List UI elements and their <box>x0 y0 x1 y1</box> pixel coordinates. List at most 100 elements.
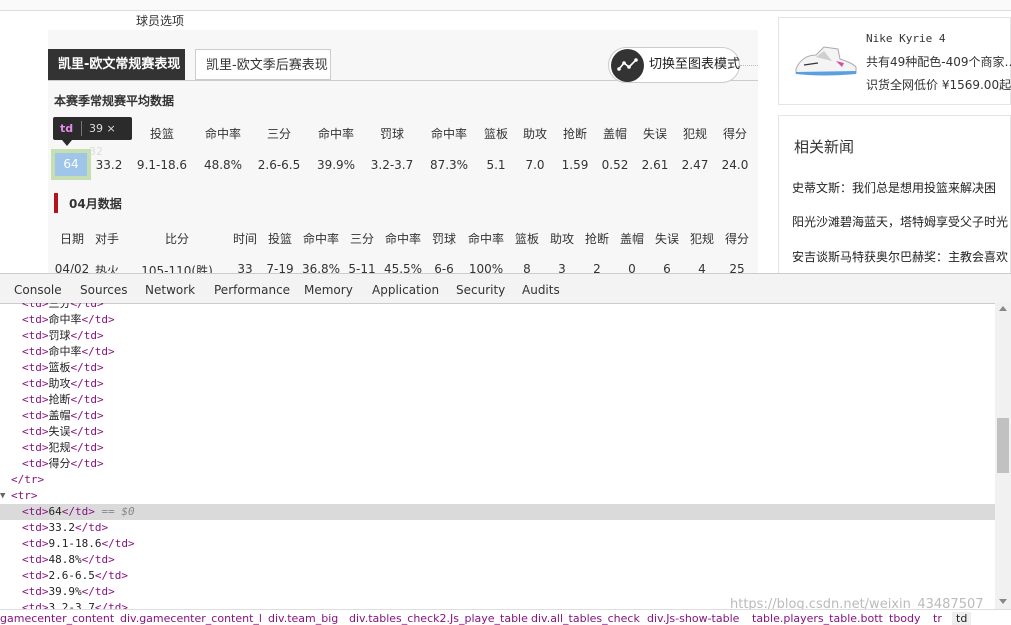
month-header-cell: 时间 <box>232 232 258 246</box>
code-line[interactable]: <td>篮板</td> <box>0 360 995 376</box>
code-line[interactable]: <td>2.6-6.5</td> <box>0 568 995 584</box>
devtools-tab-audits[interactable]: Audits <box>522 283 560 297</box>
devtools-tab-application[interactable]: Application <box>372 283 439 297</box>
scroll-down-icon[interactable] <box>999 599 1007 604</box>
devtools-tab-console[interactable]: Console <box>14 283 62 297</box>
breadcrumb-item[interactable]: table.players_table.bott <box>752 612 883 625</box>
news-item[interactable]: 史蒂文斯：我们总是想用投篮来解决困 <box>792 179 996 196</box>
month-header-cell: 得分 <box>724 232 750 246</box>
season-value-cell: 3.2-3.7 <box>370 158 414 172</box>
season-header-cell: 失误 <box>642 127 668 141</box>
scrollbar-thumb[interactable] <box>997 418 1009 473</box>
product-description: 共有49种配色-409个商家… <box>866 55 1011 69</box>
month-header-cell: 助攻 <box>549 232 575 246</box>
elements-scrollbar[interactable] <box>995 303 1011 609</box>
elements-tree[interactable]: <td>三分</td> <td>命中率</td> <td>罚球</td> <td>命中… <box>0 303 995 609</box>
tag-close: </td> <box>70 303 104 310</box>
season-value-cell: 48.8% <box>203 158 243 172</box>
switch-chart-mode-button[interactable]: 切换至图表模式 <box>608 47 740 83</box>
breadcrumb-item[interactable]: div.team_big <box>268 612 338 625</box>
season-header-cell: 罚球 <box>379 127 405 141</box>
month-value-cell: 热火 <box>94 264 120 273</box>
code-line[interactable]: <td>盖帽</td> <box>0 408 995 424</box>
month-header-cell: 命中率 <box>467 232 505 246</box>
related-news: 相关新闻 史蒂文斯：我们总是想用投篮来解决困 阳光沙滩碧海蓝天，塔特姆享受父子时… <box>778 115 1011 273</box>
tag-close: </td> <box>70 457 104 470</box>
season-header-cell: 投篮 <box>149 127 175 141</box>
devtools-tab-memory[interactable]: Memory <box>304 283 353 297</box>
code-line[interactable]: <td>得分</td> <box>0 456 995 472</box>
scroll-up-icon[interactable] <box>999 306 1007 311</box>
breadcrumb-item[interactable]: div.Js-show-table <box>647 612 739 625</box>
month-header-cell: 比分 <box>164 232 190 246</box>
code-line[interactable]: <td>抢断</td> <box>0 392 995 408</box>
code-line[interactable]: <td>助攻</td> <box>0 376 995 392</box>
cell-text: 2.6-6.5 <box>48 569 95 582</box>
highlighted-cell-value: 64 <box>63 157 79 171</box>
tag-open: <td> <box>22 505 49 518</box>
expand-triangle-icon[interactable]: ▼ <box>0 488 5 504</box>
month-value-cell: 6-6 <box>434 262 454 273</box>
breadcrumb-item[interactable]: tr <box>933 612 942 625</box>
breadcrumb-item[interactable]: td <box>952 612 972 625</box>
code-line[interactable]: <td>犯规</td> <box>0 440 995 456</box>
code-line[interactable]: <td>三分</td> <box>0 303 995 312</box>
code-line[interactable]: <td>失误</td> <box>0 424 995 440</box>
code-line[interactable]: <td>48.8%</td> <box>0 552 995 568</box>
tag-close: </td> <box>81 313 115 326</box>
tooltip-tag: td <box>60 122 74 135</box>
tag-open: <td> <box>22 457 49 470</box>
devtools-panel: Console Sources Network Performance Memory Ap… <box>0 273 1011 625</box>
devtools-tab-bar: Console Sources Network Performance Memory Ap… <box>0 274 1011 304</box>
month-header-cell: 罚球 <box>431 232 457 246</box>
product-card[interactable]: Nike Kyrie 4 共有49种配色-409个商家… 识货全网低价 ¥156… <box>778 17 1011 105</box>
tag-open: <td> <box>22 441 49 454</box>
tag-close: </td> <box>70 377 104 390</box>
tag-close: </td> <box>61 505 95 518</box>
season-header-cell: 盖帽 <box>602 127 628 141</box>
code-line[interactable]: <td>64</td> == $0 <box>0 504 995 520</box>
devtools-tab-performance[interactable]: Performance <box>214 283 290 297</box>
tab-playoffs[interactable]: 凯里-欧文季后赛表现 <box>195 49 331 80</box>
season-value-cell: 0.52 <box>601 158 629 172</box>
breadcrumb-item[interactable]: gamecenter_content <box>0 612 114 625</box>
tag-open: <td> <box>22 361 49 374</box>
cell-text: 篮板 <box>48 361 71 374</box>
news-item[interactable]: 安吉谈斯马特获奥尔巴赫奖：主教会喜欢 <box>792 248 1008 265</box>
season-value-cell: 2.6-6.5 <box>257 158 301 172</box>
season-value-cell: 5.1 <box>486 158 506 172</box>
season-value-cell: 2.61 <box>641 158 669 172</box>
breadcrumb-item[interactable]: div.tables_check2.Js_playe_table <box>349 612 528 625</box>
tag-close: </td> <box>70 425 104 438</box>
code-line[interactable]: ▼ <tr> <box>0 488 995 504</box>
code-line[interactable]: <td>罚球</td> <box>0 328 995 344</box>
tag-open: <td> <box>22 553 49 566</box>
code-line[interactable]: <td>33.2</td> <box>0 520 995 536</box>
news-item[interactable]: 阳光沙滩碧海蓝天，塔特姆享受父子时光 <box>792 213 1008 230</box>
selected-marker: == $0 <box>94 505 135 518</box>
breadcrumb-item[interactable]: div.all_tables_check <box>531 612 640 625</box>
tag-close: </td> <box>70 409 104 422</box>
code-line[interactable]: <td>命中率</td> <box>0 312 995 328</box>
code-line[interactable]: <td>9.1-18.6</td> <box>0 536 995 552</box>
tab-regular-season[interactable]: 凯里-欧文常规赛表现 <box>48 49 185 80</box>
devtools-tab-sources[interactable]: Sources <box>80 283 127 297</box>
cell-text: 命中率 <box>48 313 82 326</box>
devtools-tab-network[interactable]: Network <box>145 283 195 297</box>
month-header-cell: 命中率 <box>384 232 422 246</box>
breadcrumb-item[interactable]: tbody <box>889 612 921 625</box>
player-options-link[interactable]: 球员选项 <box>136 12 184 29</box>
season-header-cell: 命中率 <box>204 127 242 141</box>
cell-text: 罚球 <box>48 329 71 342</box>
code-line[interactable]: <td>命中率</td> <box>0 344 995 360</box>
cell-text: 3.2-3.7 <box>48 601 95 609</box>
breadcrumb-item[interactable]: div.gamecenter_content_l <box>120 612 262 625</box>
code-line[interactable]: </tr> <box>0 472 995 488</box>
devtools-tab-security[interactable]: Security <box>456 283 505 297</box>
